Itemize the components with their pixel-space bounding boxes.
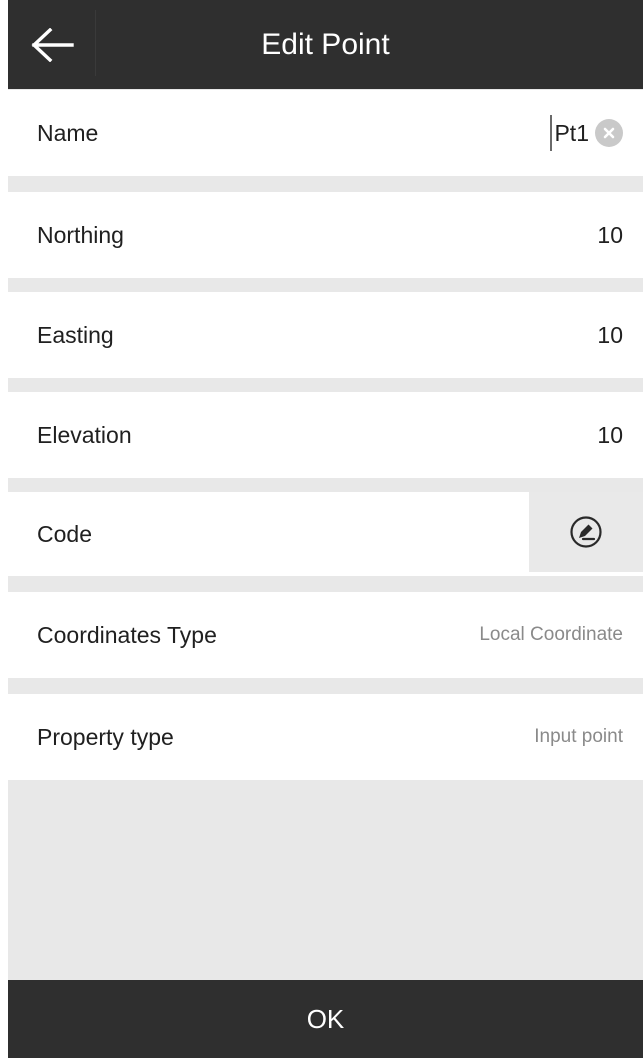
- app-header: Edit Point: [8, 0, 643, 89]
- coordinates-type-value[interactable]: Local Coordinate: [479, 624, 623, 646]
- ok-button[interactable]: OK: [8, 980, 643, 1058]
- easting-label: Easting: [37, 321, 114, 348]
- northing-row[interactable]: Northing 10: [8, 192, 643, 278]
- edit-point-screen: Edit Point Name Pt1 Northing 10 Easting …: [8, 0, 643, 1058]
- coordinates-type-row[interactable]: Coordinates Type Local Coordinate: [8, 592, 643, 678]
- northing-value[interactable]: 10: [597, 222, 623, 249]
- code-edit-button[interactable]: [529, 492, 643, 572]
- code-row: Code: [8, 492, 643, 576]
- name-input-wrap[interactable]: Pt1: [550, 115, 623, 151]
- easting-value[interactable]: 10: [597, 322, 623, 349]
- northing-label: Northing: [37, 221, 124, 248]
- clear-button[interactable]: [595, 119, 623, 147]
- elevation-value[interactable]: 10: [597, 422, 623, 449]
- text-cursor: [550, 115, 553, 151]
- arrow-left-icon: [31, 27, 74, 62]
- coordinates-type-label: Coordinates Type: [37, 621, 217, 648]
- clear-circle-icon: [603, 127, 615, 139]
- easting-row[interactable]: Easting 10: [8, 292, 643, 378]
- code-label: Code: [37, 520, 92, 547]
- back-button[interactable]: [8, 0, 96, 89]
- property-type-label: Property type: [37, 723, 174, 750]
- property-type-row[interactable]: Property type Input point: [8, 694, 643, 780]
- page-title: Edit Point: [261, 27, 390, 61]
- edit-pen-icon: [570, 516, 602, 548]
- name-input[interactable]: Pt1: [554, 120, 589, 147]
- property-type-value[interactable]: Input point: [534, 726, 623, 748]
- elevation-row[interactable]: Elevation 10: [8, 392, 643, 478]
- name-label: Name: [37, 119, 99, 146]
- name-row[interactable]: Name Pt1: [8, 90, 643, 176]
- elevation-label: Elevation: [37, 421, 132, 448]
